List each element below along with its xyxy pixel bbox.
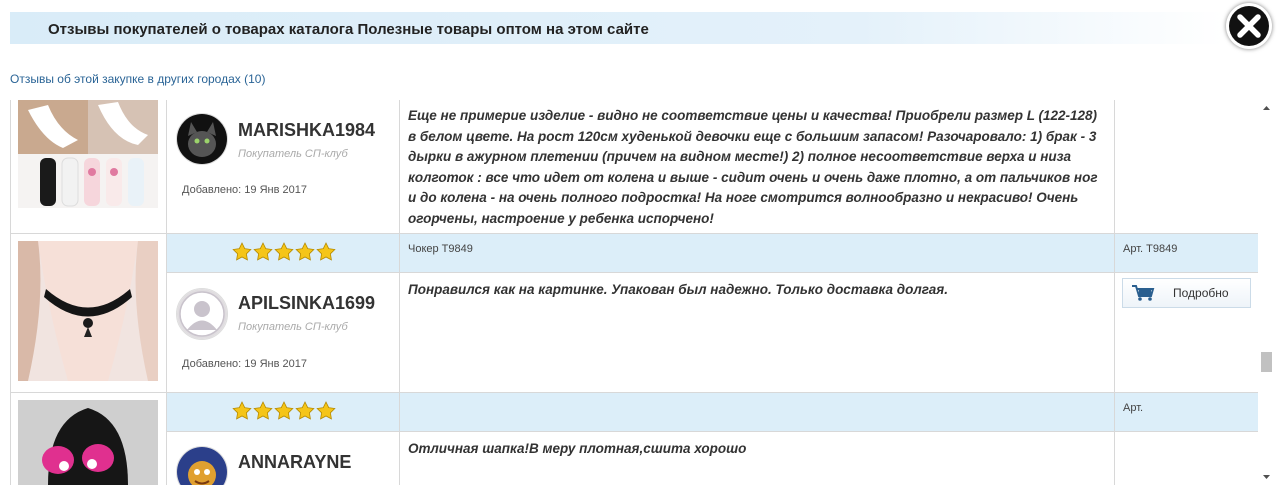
review-date: Добавлено: 19 Янв 2017 bbox=[182, 184, 307, 196]
star-icon bbox=[295, 242, 315, 261]
star-icon bbox=[274, 242, 294, 261]
other-cities-link[interactable]: Отзывы об этой закупке в других городах … bbox=[10, 72, 265, 86]
username[interactable]: MARISHKA1984 bbox=[238, 120, 375, 141]
star-icon bbox=[316, 242, 336, 261]
user-avatar bbox=[176, 113, 228, 165]
cart-icon bbox=[1131, 284, 1155, 305]
user-role: Покупатель СП-клуб bbox=[238, 148, 348, 160]
review-text: Еще не примерие изделие - видно не соотв… bbox=[408, 108, 1098, 226]
user-avatar bbox=[176, 288, 228, 340]
username[interactable]: APILSINKA1699 bbox=[238, 293, 375, 314]
product-article: Арт. bbox=[1123, 402, 1144, 414]
star-icon bbox=[295, 401, 315, 420]
details-button[interactable]: Подробно bbox=[1122, 278, 1251, 308]
review-text: Отличная шапка!В меру плотная,сшита хоро… bbox=[408, 441, 747, 456]
star-icon bbox=[316, 401, 336, 420]
star-icon bbox=[253, 401, 273, 420]
review-date: Добавлено: 19 Янв 2017 bbox=[182, 358, 307, 370]
star-icon bbox=[232, 401, 252, 420]
product-name[interactable]: Чокер T9849 bbox=[408, 243, 473, 255]
close-button[interactable] bbox=[1226, 3, 1272, 49]
scroll-down-arrow-icon[interactable] bbox=[1258, 468, 1275, 485]
reviews-list: MARISHKA1984 Покупатель СП-клуб Добавлен… bbox=[10, 100, 1258, 485]
product-thumbnail[interactable] bbox=[18, 400, 158, 485]
product-thumbnail[interactable] bbox=[18, 100, 158, 208]
user-avatar bbox=[176, 446, 228, 485]
review-text: Понравился как на картинке. Упакован был… bbox=[408, 282, 948, 297]
username[interactable]: ANNARAYNE bbox=[238, 452, 351, 473]
star-rating bbox=[232, 242, 336, 264]
star-rating bbox=[232, 401, 336, 423]
scrollbar-thumb[interactable] bbox=[1261, 352, 1272, 372]
star-icon bbox=[232, 242, 252, 261]
user-role: Покупатель СП-клуб bbox=[238, 321, 348, 333]
details-button-label: Подробно bbox=[1173, 286, 1229, 300]
star-icon bbox=[274, 401, 294, 420]
star-icon bbox=[253, 242, 273, 261]
scrollbar[interactable] bbox=[1258, 100, 1275, 485]
product-thumbnail[interactable] bbox=[18, 241, 158, 381]
page-title: Отзывы покупателей о товарах каталога По… bbox=[48, 21, 649, 38]
close-icon bbox=[1229, 6, 1269, 46]
product-article: Арт. T9849 bbox=[1123, 243, 1178, 255]
scroll-up-arrow-icon[interactable] bbox=[1258, 100, 1275, 117]
